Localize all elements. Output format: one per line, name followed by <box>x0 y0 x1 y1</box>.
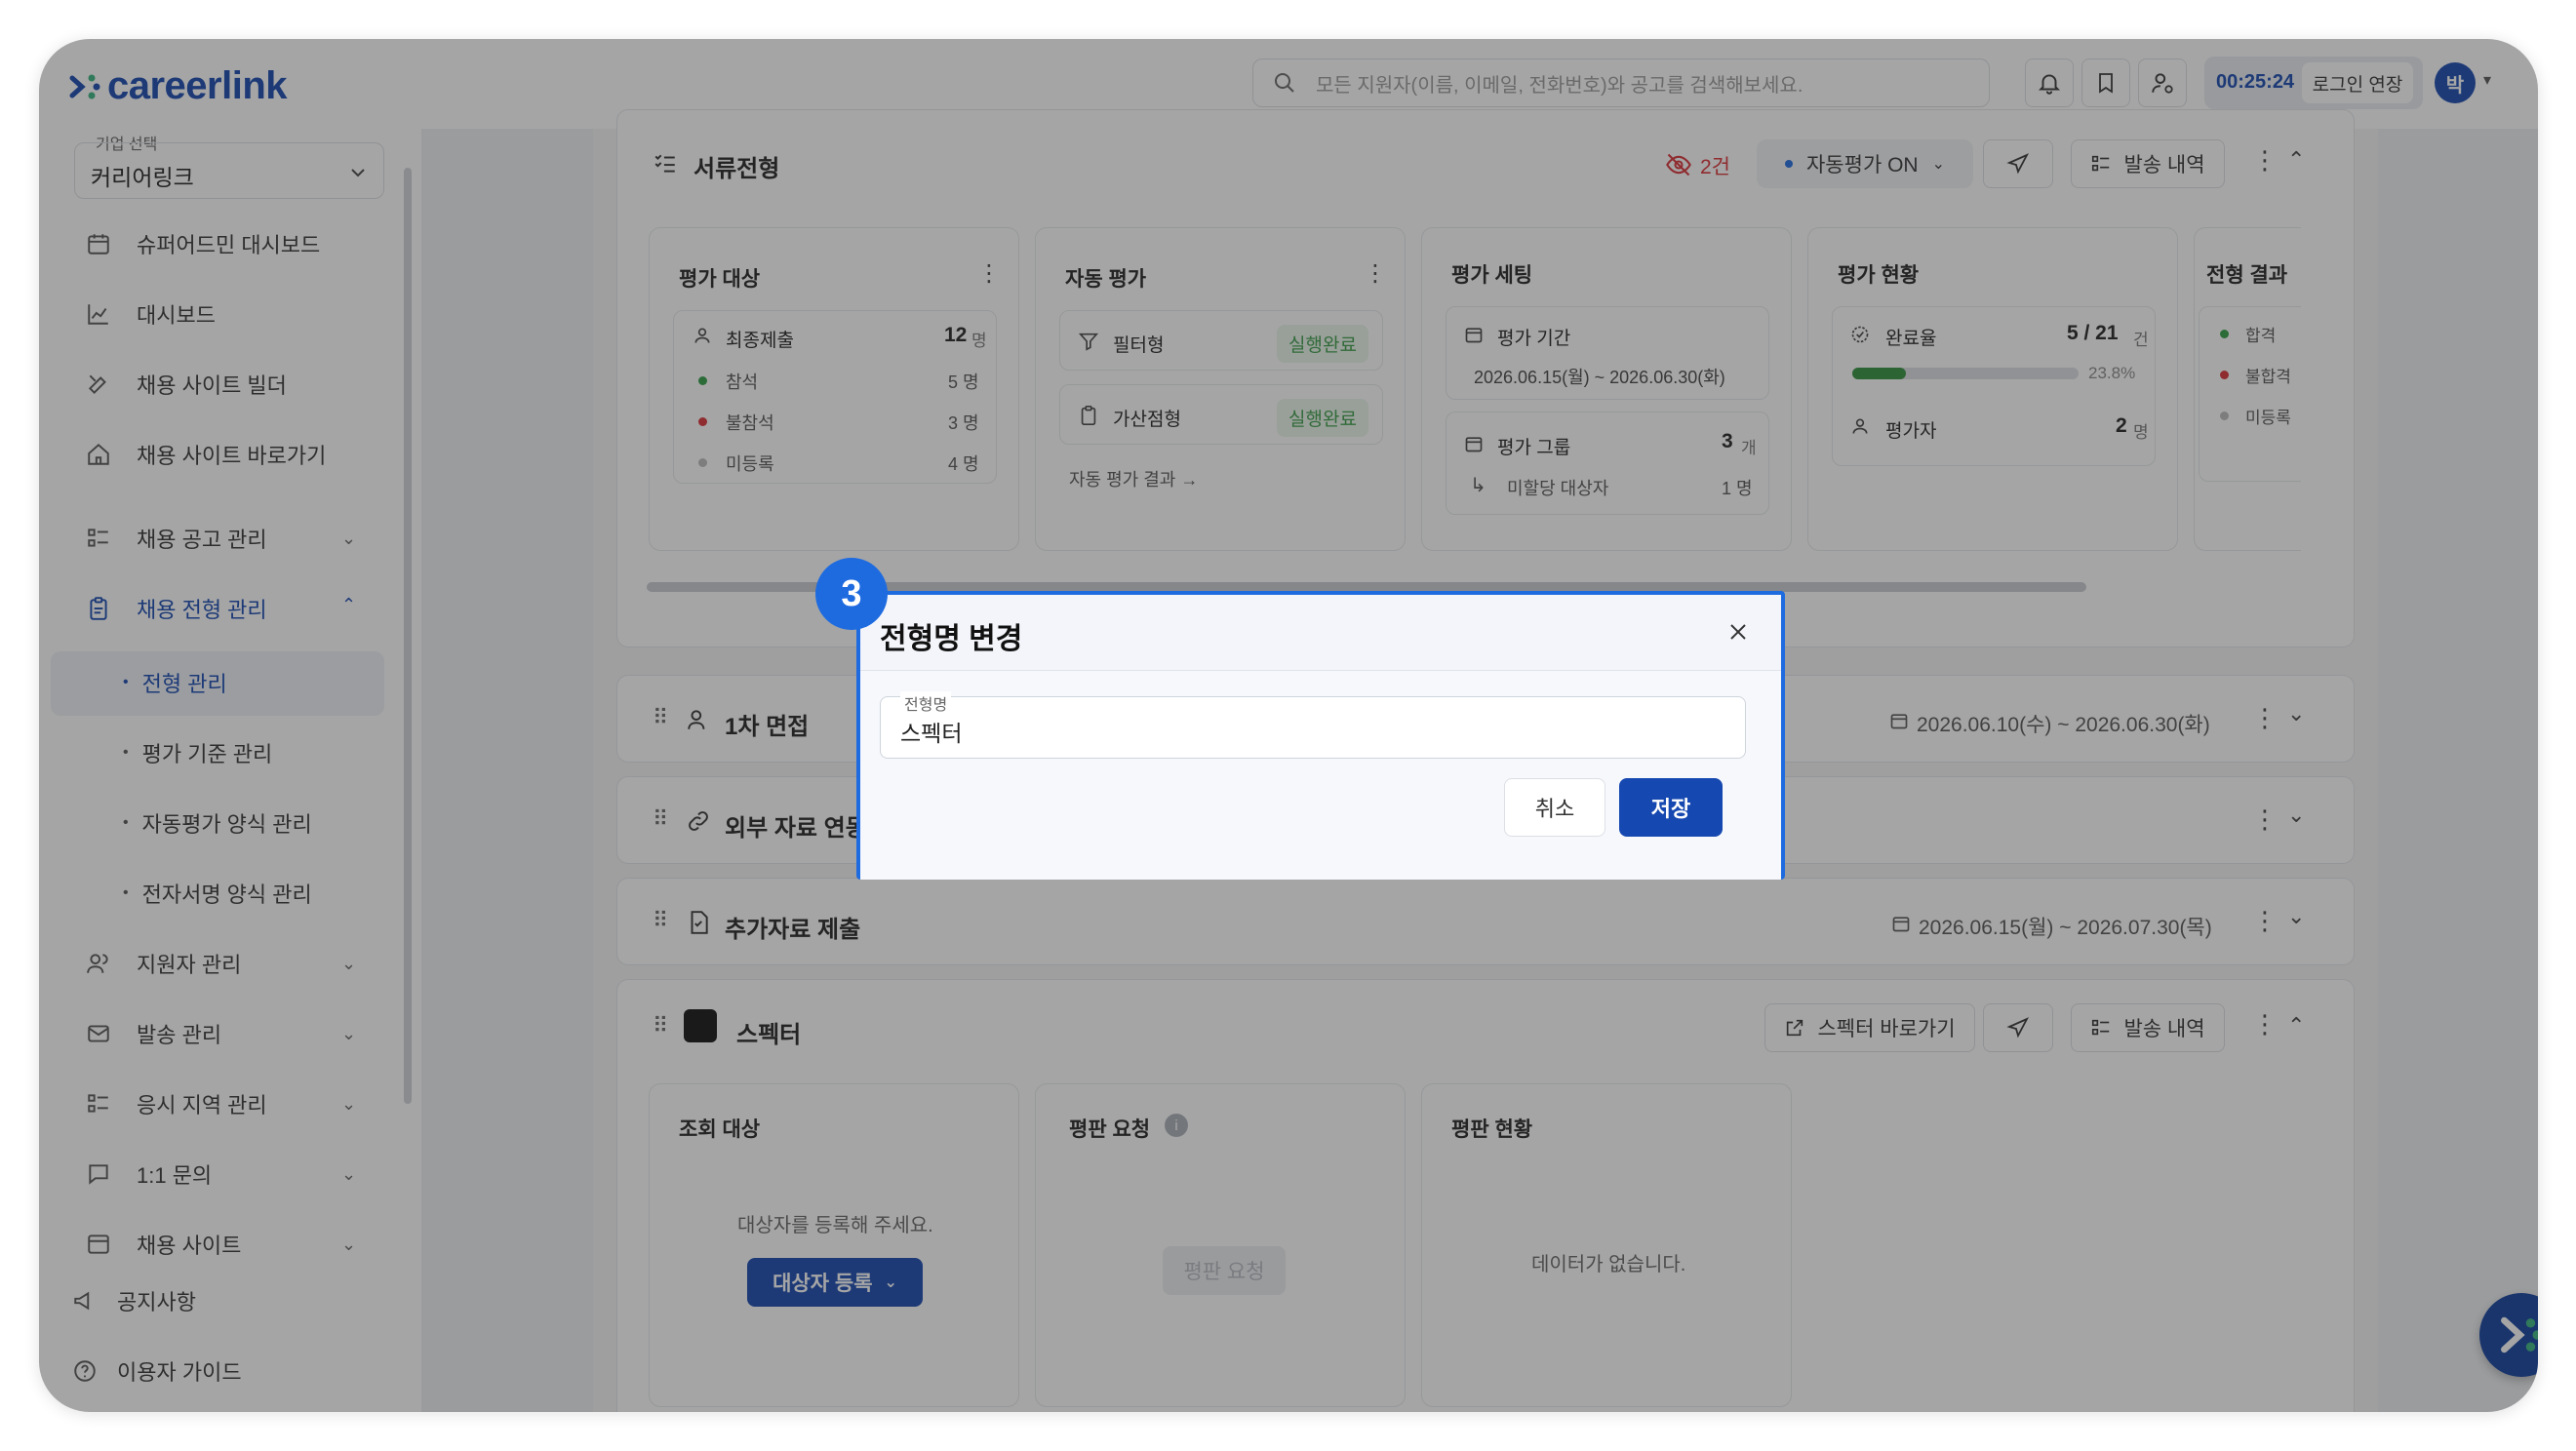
cancel-label: 취소 <box>1534 797 1575 821</box>
step-number: 3 <box>841 572 862 614</box>
step-badge: 3 <box>815 558 888 630</box>
stage-name-field-label: 전형명 <box>900 691 952 715</box>
dialog-title: 전형명 변경 <box>880 623 1023 655</box>
cancel-button[interactable]: 취소 <box>1504 778 1605 837</box>
save-button[interactable]: 저장 <box>1619 778 1723 837</box>
app-window: careerlink 모든 지원자(이름, 이메일, 전화번호)와 공고를 검색… <box>39 39 2538 1412</box>
stage-name-field-value: 스펙터 <box>900 721 963 746</box>
rename-stage-dialog: 전형명 변경 전형명 스펙터 취소 저장 <box>856 591 1785 880</box>
close-icon[interactable] <box>1726 620 1750 644</box>
stage-name-field[interactable]: 전형명 스펙터 <box>880 691 1746 759</box>
save-label: 저장 <box>1650 797 1691 821</box>
